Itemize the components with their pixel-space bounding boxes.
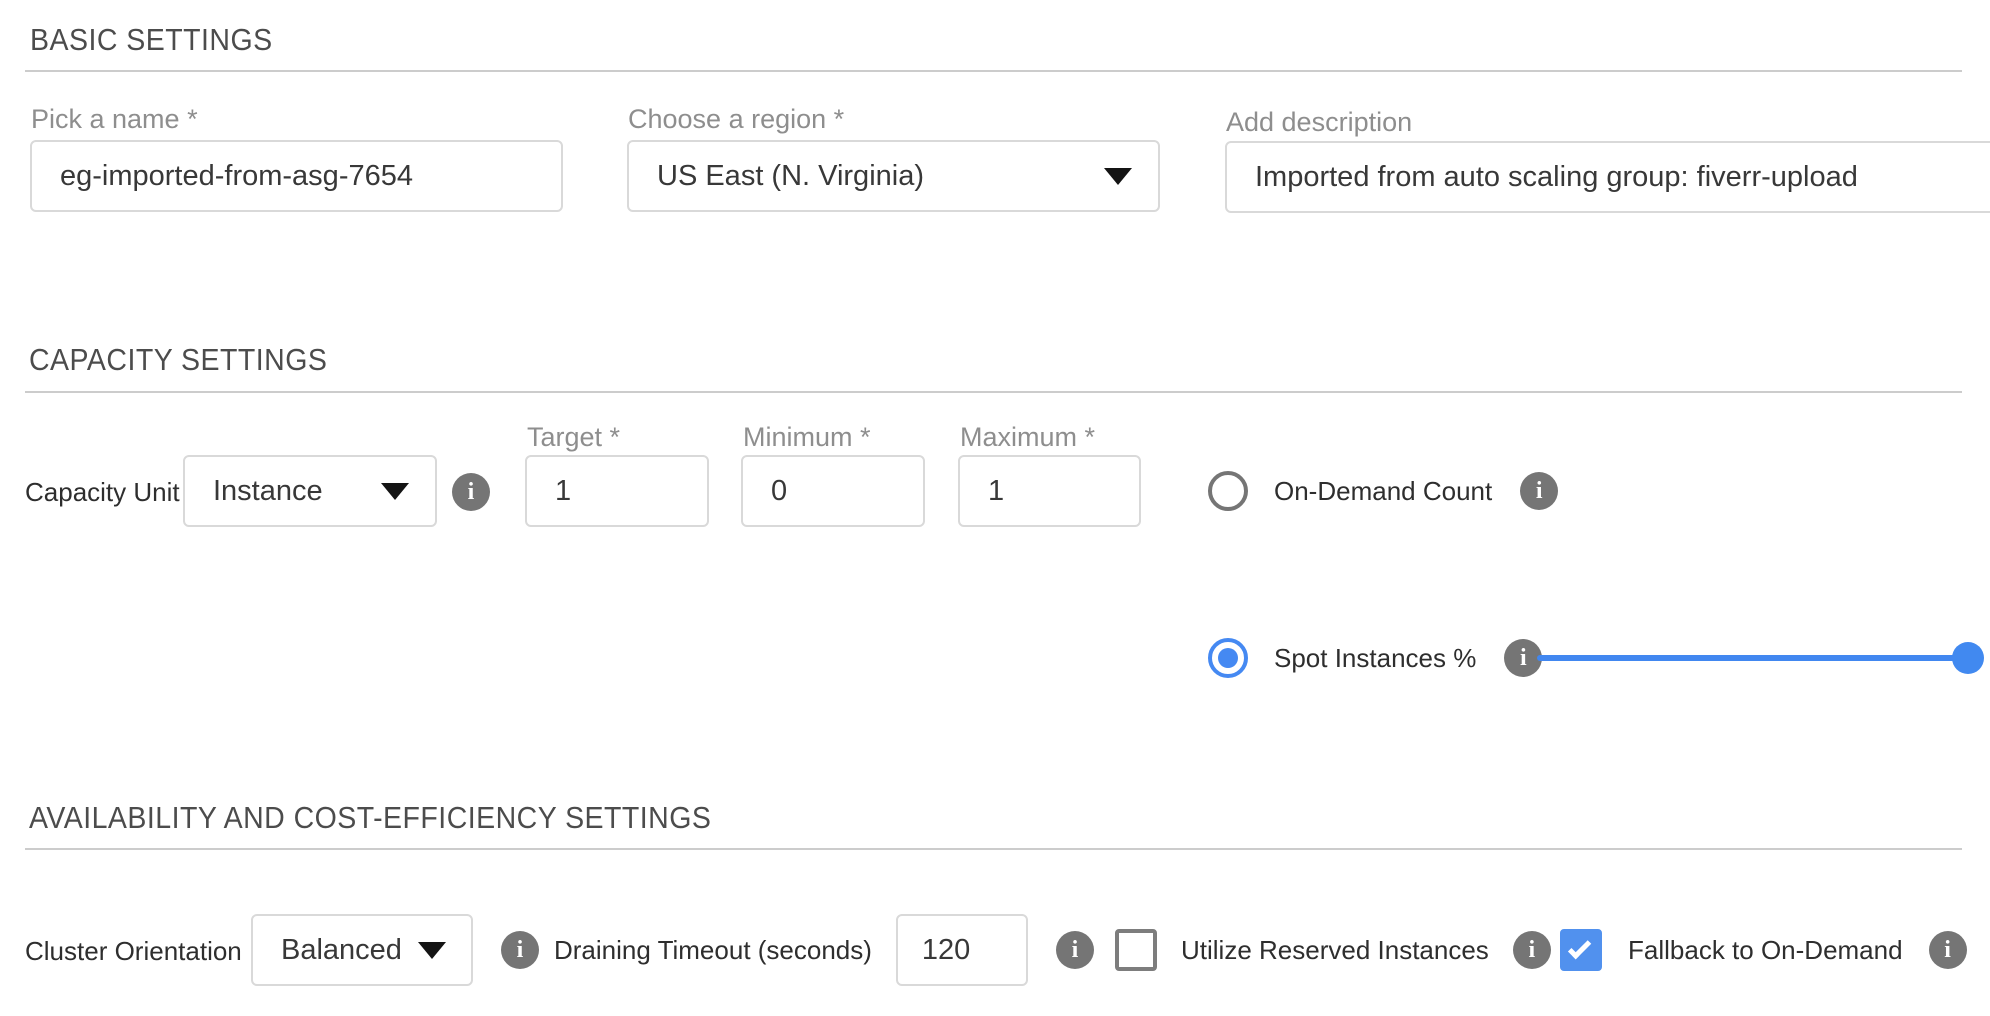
maximum-field-label: Maximum *: [960, 422, 1095, 453]
region-select-value: US East (N. Virginia): [657, 160, 924, 193]
spot-instances-label: Spot Instances %: [1274, 643, 1476, 674]
caret-down-icon: [381, 483, 409, 500]
utilize-reserved-instances-info-icon[interactable]: i: [1513, 931, 1551, 969]
capacity-unit-label: Capacity Unit: [25, 477, 180, 508]
target-field-label: Target *: [527, 422, 620, 453]
description-input[interactable]: [1225, 141, 1990, 213]
section-divider: [25, 70, 1962, 72]
utilize-reserved-instances-label: Utilize Reserved Instances: [1181, 935, 1489, 966]
capacity-unit-select[interactable]: Instance: [183, 455, 437, 527]
caret-down-icon: [1104, 168, 1132, 185]
availability-settings-title: AVAILABILITY AND COST-EFFICIENCY SETTING…: [29, 800, 711, 836]
section-divider: [25, 391, 1962, 393]
check-icon: [1123, 936, 1146, 959]
cluster-orientation-label: Cluster Orientation: [25, 936, 242, 967]
capacity-unit-info-icon[interactable]: i: [452, 473, 490, 511]
description-field-label: Add description: [1226, 107, 1412, 138]
on-demand-count-info-icon[interactable]: i: [1520, 472, 1558, 510]
fallback-to-on-demand-label: Fallback to On-Demand: [1628, 935, 1903, 966]
target-input[interactable]: [525, 455, 709, 527]
fallback-to-on-demand-info-icon[interactable]: i: [1929, 931, 1967, 969]
name-field-label: Pick a name *: [31, 104, 198, 135]
check-icon: [1568, 936, 1591, 959]
spot-instances-option: Spot Instances % i: [1208, 622, 1542, 694]
info-glyph: i: [468, 479, 475, 506]
region-select[interactable]: US East (N. Virginia): [627, 140, 1160, 212]
section-divider: [25, 848, 1962, 850]
draining-timeout-info-icon[interactable]: i: [1056, 931, 1094, 969]
utilize-reserved-instances-checkbox[interactable]: [1115, 929, 1157, 971]
spot-percentage-slider-thumb[interactable]: [1952, 642, 1984, 674]
maximum-input[interactable]: [958, 455, 1141, 527]
draining-timeout-label: Draining Timeout (seconds): [554, 935, 872, 966]
capacity-settings-title: CAPACITY SETTINGS: [29, 342, 327, 378]
name-input[interactable]: [30, 140, 563, 212]
capacity-unit-select-value: Instance: [213, 475, 323, 508]
draining-timeout-group: Draining Timeout (seconds) i: [554, 914, 1094, 986]
cluster-orientation-info-icon[interactable]: i: [501, 931, 539, 969]
on-demand-count-radio[interactable]: [1208, 471, 1248, 511]
caret-down-icon: [418, 942, 446, 959]
minimum-field-label: Minimum *: [743, 422, 871, 453]
spot-instances-radio[interactable]: [1208, 638, 1248, 678]
minimum-input[interactable]: [741, 455, 925, 527]
fallback-to-on-demand-checkbox[interactable]: [1560, 929, 1602, 971]
region-field-label: Choose a region *: [628, 104, 844, 135]
utilize-reserved-instances-group: Utilize Reserved Instances i: [1115, 914, 1551, 986]
fallback-to-on-demand-group: Fallback to On-Demand i: [1560, 914, 1967, 986]
cluster-orientation-select-value: Balanced: [281, 934, 402, 967]
basic-settings-title: BASIC SETTINGS: [30, 22, 273, 58]
on-demand-count-label: On-Demand Count: [1274, 476, 1492, 507]
spot-percentage-slider-track[interactable]: [1537, 655, 1957, 661]
on-demand-count-option: On-Demand Count i: [1208, 455, 1558, 527]
cluster-orientation-select[interactable]: Balanced: [251, 914, 473, 986]
draining-timeout-input[interactable]: [896, 914, 1028, 986]
